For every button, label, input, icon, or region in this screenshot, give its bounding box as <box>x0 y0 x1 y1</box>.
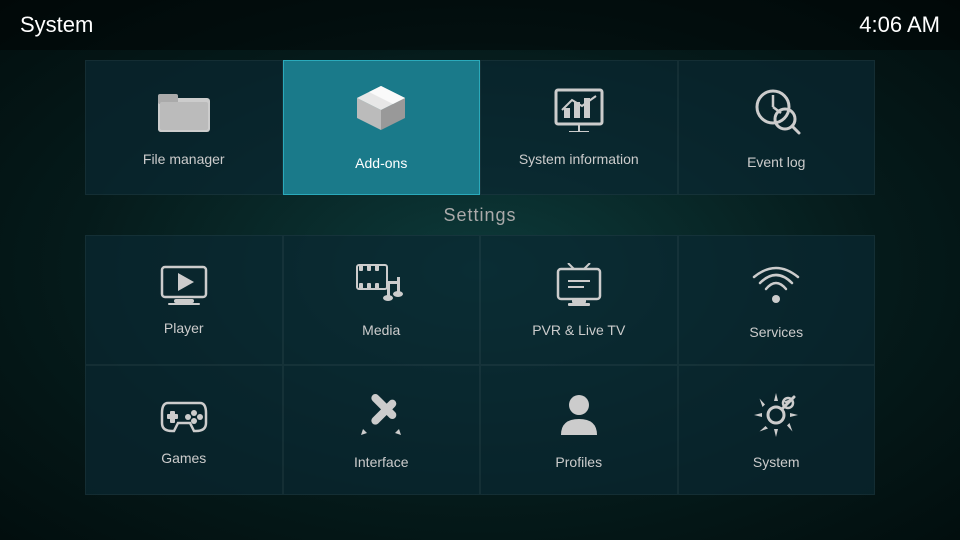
grid-item-services[interactable]: Services <box>678 235 876 365</box>
system-label: System <box>753 454 800 470</box>
folder-icon <box>158 88 210 141</box>
grid-item-pvr[interactable]: PVR & Live TV <box>480 235 678 365</box>
grid-row-1: Player Media <box>85 235 875 365</box>
clock: 4:06 AM <box>859 12 940 38</box>
games-label: Games <box>161 450 206 466</box>
services-icon <box>752 261 800 316</box>
system-information-label: System information <box>519 151 639 167</box>
media-label: Media <box>362 322 400 338</box>
top-item-event-log[interactable]: Event log <box>678 60 876 195</box>
media-icon <box>355 263 407 314</box>
pvr-label: PVR & Live TV <box>532 322 625 338</box>
services-label: Services <box>749 324 803 340</box>
top-items-row: File manager Add-ons <box>0 50 960 195</box>
top-bar: System 4:06 AM <box>0 0 960 50</box>
grid-item-system[interactable]: System <box>678 365 876 495</box>
interface-label: Interface <box>354 454 408 470</box>
player-icon <box>160 265 208 312</box>
profiles-label: Profiles <box>555 454 602 470</box>
player-label: Player <box>164 320 204 336</box>
interface-icon <box>357 391 405 446</box>
sysinfo-icon <box>554 88 604 141</box>
grid-item-interface[interactable]: Interface <box>283 365 481 495</box>
file-manager-label: File manager <box>143 151 225 167</box>
grid-item-player[interactable]: Player <box>85 235 283 365</box>
addons-label: Add-ons <box>355 155 407 171</box>
app-title: System <box>20 12 93 38</box>
grid-item-games[interactable]: Games <box>85 365 283 495</box>
profiles-icon <box>557 391 601 446</box>
grid-item-media[interactable]: Media <box>283 235 481 365</box>
addons-icon <box>355 84 407 145</box>
grid-item-profiles[interactable]: Profiles <box>480 365 678 495</box>
system-icon <box>752 391 800 446</box>
top-item-file-manager[interactable]: File manager <box>85 60 283 195</box>
event-log-label: Event log <box>747 154 805 170</box>
top-item-system-information[interactable]: System information <box>480 60 678 195</box>
pvr-icon <box>554 263 604 314</box>
eventlog-icon <box>751 85 801 144</box>
games-icon <box>158 395 210 442</box>
settings-label: Settings <box>0 205 960 226</box>
top-item-addons[interactable]: Add-ons <box>283 60 481 195</box>
grid-row-2: Games Interface Profiles <box>85 365 875 495</box>
